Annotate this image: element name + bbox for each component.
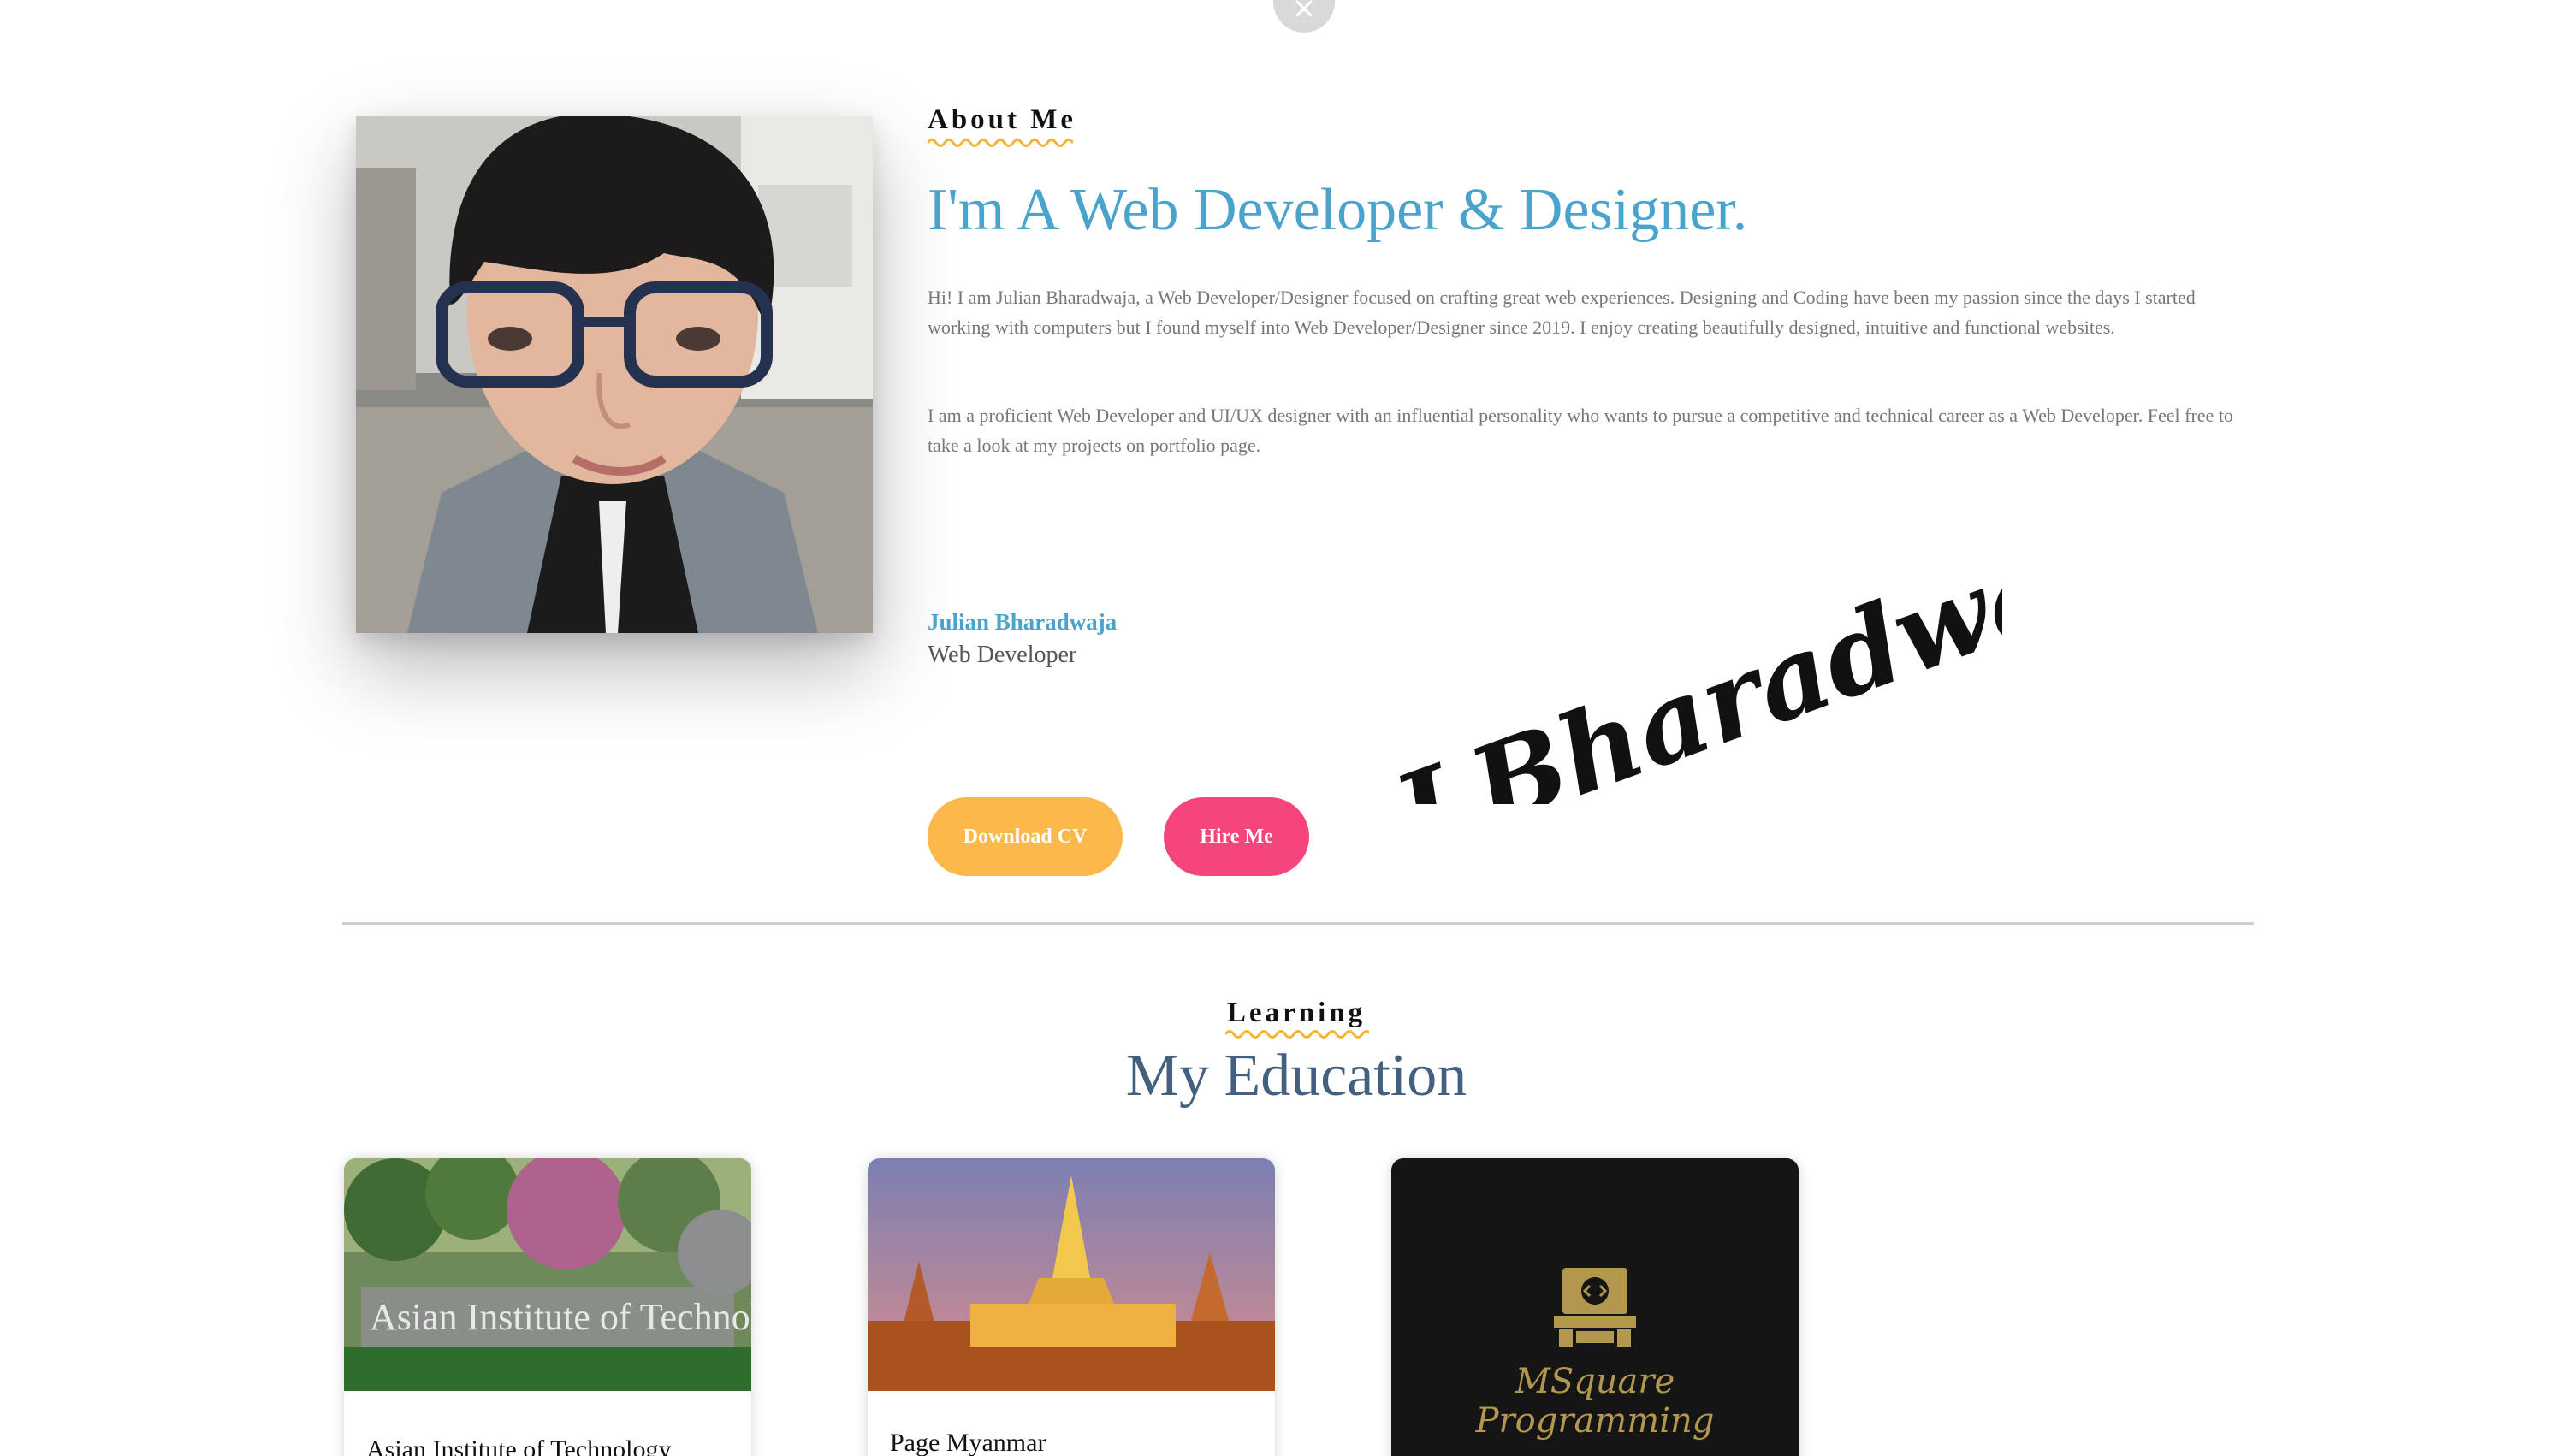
education-card-ait[interactable]: Asian Institute of Technology Asian Inst… bbox=[344, 1158, 751, 1456]
ait-sign-text: Asian Institute of Technology bbox=[370, 1296, 751, 1338]
author-name: Julian Bharadwaja bbox=[928, 609, 1118, 635]
close-icon bbox=[1295, 0, 1313, 22]
card-title: Page Myanmar bbox=[890, 1429, 1046, 1456]
about-paragraph-1: Hi! I am Julian Bharadwaja, a Web Develo… bbox=[928, 287, 2196, 338]
about-headline: I'm A Web Developer & Designer. bbox=[928, 177, 1748, 243]
card-title bbox=[1391, 1439, 1414, 1456]
section-divider bbox=[342, 922, 2254, 925]
learning-squiggle bbox=[1225, 1030, 1369, 1039]
msquare-brand-text: MSquare Programming bbox=[1475, 1362, 1715, 1441]
education-card-page-myanmar[interactable]: Page Myanmar bbox=[868, 1158, 1275, 1456]
learning-label: Learning bbox=[1226, 997, 1366, 1028]
signature-text: J.Bharadwaja bbox=[1361, 513, 2002, 804]
about-squiggle bbox=[928, 139, 1073, 147]
card-title: Asian Institute of Technology bbox=[366, 1435, 672, 1456]
education-card-msquare[interactable]: MSquare Programming bbox=[1391, 1158, 1799, 1456]
download-cv-button[interactable]: Download CV bbox=[928, 797, 1123, 876]
close-button[interactable] bbox=[1273, 0, 1335, 33]
education-title: My Education bbox=[1125, 1043, 1467, 1109]
about-me-label: About Me bbox=[928, 104, 1077, 135]
hire-me-button[interactable]: Hire Me bbox=[1164, 797, 1309, 876]
author-role: Web Developer bbox=[928, 642, 1077, 668]
pagoda-image bbox=[868, 1158, 1275, 1391]
code-laptop-icon bbox=[1550, 1263, 1639, 1352]
about-paragraph-2: I am a proficient Web Developer and UI/U… bbox=[928, 405, 2233, 456]
ait-campus-image: Asian Institute of Technology bbox=[344, 1158, 751, 1391]
profile-photo bbox=[356, 116, 873, 633]
signature: J.Bharadwaja bbox=[1361, 513, 2002, 804]
